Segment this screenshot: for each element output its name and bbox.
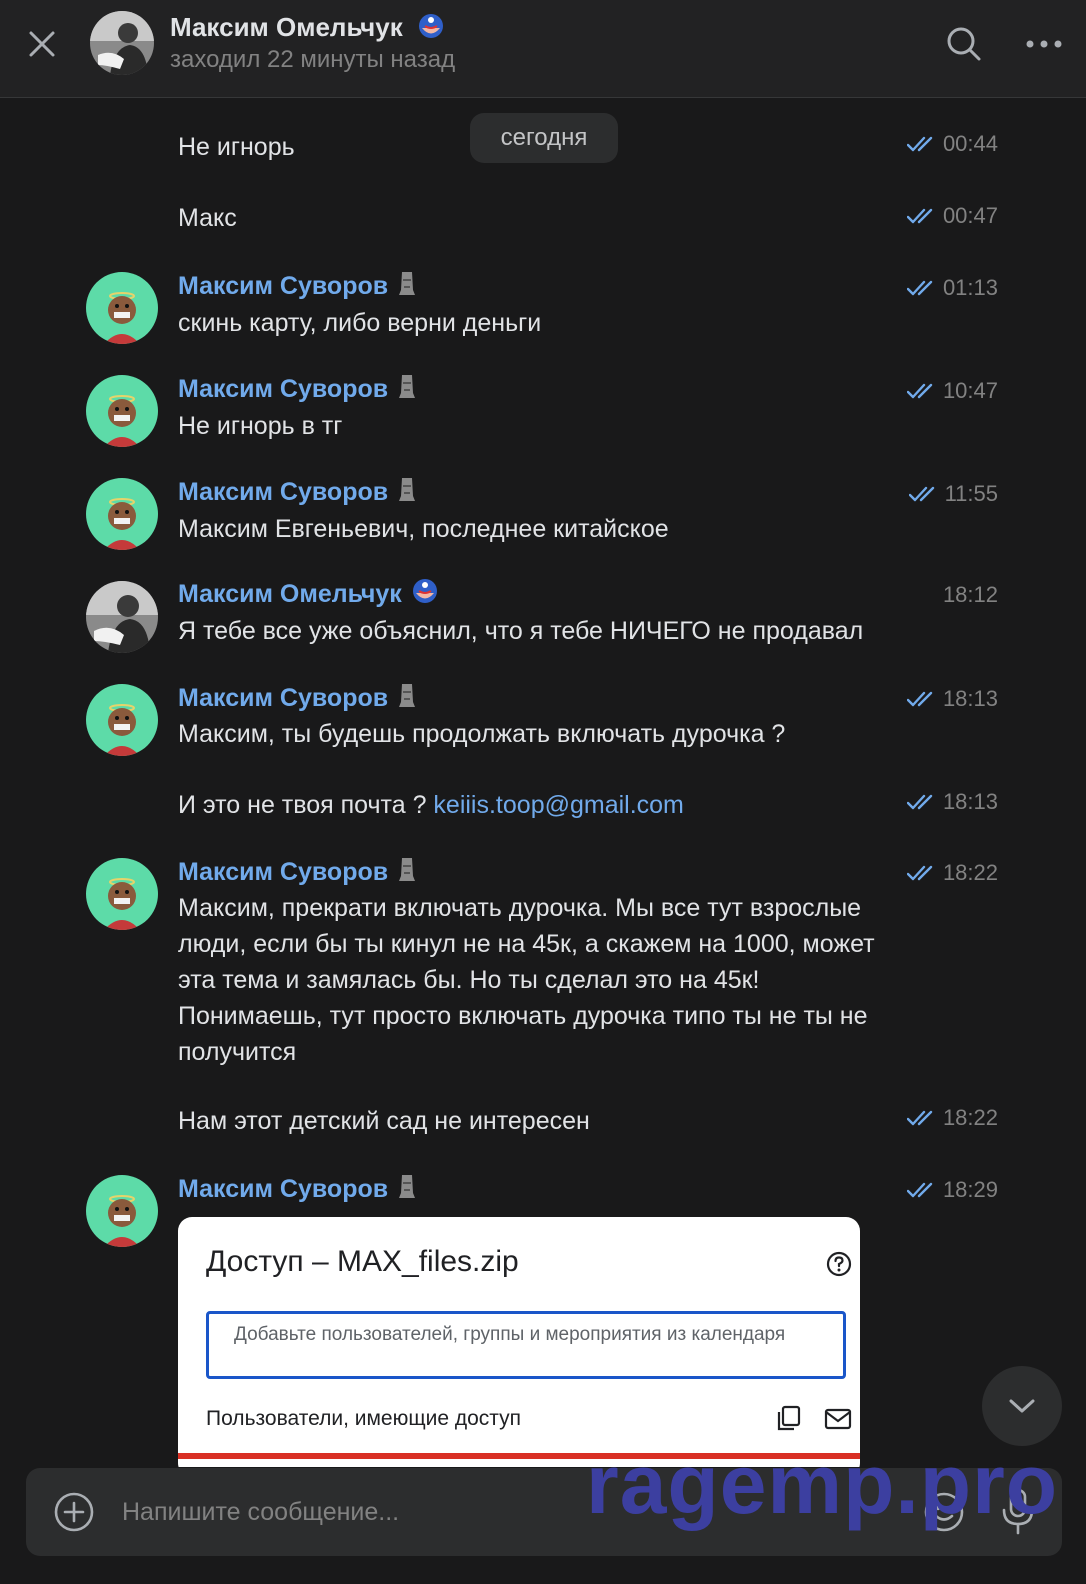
read-check-icon xyxy=(906,208,933,224)
message-composer xyxy=(26,1468,1062,1556)
sender-avatar[interactable] xyxy=(86,858,158,930)
time-label: 11:55 xyxy=(944,481,998,506)
email-link[interactable]: keiiis.toop@gmail.com xyxy=(433,791,683,819)
sender-avatar[interactable] xyxy=(86,375,158,447)
time-label: 18:13 xyxy=(942,789,998,814)
time-label: 18:22 xyxy=(942,860,998,885)
copy-icon xyxy=(776,1405,802,1431)
sender-avatar[interactable] xyxy=(86,581,158,653)
message-time: 18:22 xyxy=(906,1103,998,1133)
microphone-icon[interactable] xyxy=(996,1486,1040,1538)
message-text: Максим, ты будешь продолжать включать ду… xyxy=(178,720,786,748)
moai-emoji-icon xyxy=(398,856,416,891)
more-icon[interactable] xyxy=(1024,24,1064,64)
message-text: Максим Евгеньевич, последнее китайское xyxy=(178,515,669,543)
mail-icon xyxy=(824,1407,852,1431)
message-feed[interactable]: сегодня Не игнорь 00:44 Макс 00:47 Макси… xyxy=(0,99,1086,1467)
sender-name[interactable]: Максим Суворов xyxy=(178,269,416,305)
attachment-title: Доступ – MAX_files.zip xyxy=(206,1245,519,1278)
time-label: 18:13 xyxy=(942,686,998,711)
message-text: Не игнорь в тг xyxy=(178,412,343,440)
emoji-icon[interactable] xyxy=(922,1490,966,1534)
sender-name[interactable]: Максим Суворов xyxy=(178,855,416,891)
date-divider: сегодня xyxy=(470,113,618,163)
read-check-icon xyxy=(908,486,934,502)
sender-avatar[interactable] xyxy=(86,272,158,344)
moai-emoji-icon xyxy=(398,476,416,511)
message-time: 01:13 xyxy=(906,273,998,303)
sender-name-text: Максим Суворов xyxy=(178,1175,389,1203)
message-time: 00:44 xyxy=(906,129,998,159)
sender-avatar[interactable] xyxy=(86,1175,158,1247)
header-name-text: Максим Омельчук xyxy=(170,12,403,42)
search-icon[interactable] xyxy=(944,24,984,64)
message-text: Нам этот детский сад не интересен xyxy=(178,1107,590,1135)
time-label: 18:29 xyxy=(942,1177,998,1202)
sender-name-text: Максим Суворов xyxy=(178,858,389,886)
chat-header: Максим Омельчук заходил 22 минуты назад xyxy=(0,0,1086,98)
scroll-down-button[interactable] xyxy=(982,1366,1062,1446)
captain-america-emoji-icon xyxy=(418,13,444,46)
help-icon xyxy=(826,1251,852,1277)
time-label: 18:12 xyxy=(942,582,998,607)
image-attachment[interactable]: Доступ – MAX_files.zip Добавьте пользова… xyxy=(178,1217,860,1467)
time-label: 18:22 xyxy=(942,1105,998,1130)
header-avatar[interactable] xyxy=(90,11,154,75)
message-input[interactable] xyxy=(122,1486,882,1538)
attachment-input-placeholder: Добавьте пользователей, группы и меропри… xyxy=(234,1324,786,1345)
message-time: 11:55 xyxy=(908,479,998,509)
sender-name[interactable]: Максим Суворов xyxy=(178,372,416,408)
moai-emoji-icon xyxy=(398,373,416,408)
message-text: Не игнорь xyxy=(178,133,295,161)
sender-name[interactable]: Максим Суворов xyxy=(178,475,416,511)
read-check-icon xyxy=(906,280,933,296)
sender-name-text: Максим Суворов xyxy=(178,375,389,403)
message-time: 18:13 xyxy=(906,787,998,817)
moai-emoji-icon xyxy=(398,682,416,717)
message-time: 18:22 xyxy=(906,858,998,888)
message-text: скинь карту, либо верни деньги xyxy=(178,309,542,337)
sender-name[interactable]: Максим Суворов xyxy=(178,1172,416,1208)
message-text: Макс xyxy=(178,204,237,232)
time-label: 10:47 xyxy=(942,378,998,403)
time-label: 01:13 xyxy=(942,275,998,300)
message-text-prefix: И это не твоя почта ? xyxy=(178,791,434,819)
captain-america-emoji-icon xyxy=(412,578,438,613)
message-text: И это не твоя почта ? keiiis.toop@gmail.… xyxy=(178,787,684,823)
sender-name-text: Максим Омельчук xyxy=(178,580,402,608)
message-time: 10:47 xyxy=(906,376,998,406)
read-check-icon xyxy=(906,383,933,399)
sender-name-text: Максим Суворов xyxy=(178,478,389,506)
sender-name-text: Максим Суворов xyxy=(178,684,389,712)
read-check-icon xyxy=(906,1110,933,1126)
sender-avatar[interactable] xyxy=(86,684,158,756)
sender-name-text: Максим Суворов xyxy=(178,272,389,300)
message-time: 00:47 xyxy=(906,201,998,231)
time-label: 00:47 xyxy=(942,203,998,228)
moai-emoji-icon xyxy=(398,1173,416,1208)
time-label: 00:44 xyxy=(942,131,998,156)
read-check-icon xyxy=(906,136,933,152)
moai-emoji-icon xyxy=(398,270,416,305)
sender-name[interactable]: Максим Суворов xyxy=(178,681,416,717)
attachment-divider xyxy=(178,1453,860,1459)
message-text: Я тебе все уже объяснил, что я тебе НИЧЕ… xyxy=(178,617,864,645)
sender-name[interactable]: Максим Омельчук xyxy=(178,577,438,613)
add-attachment-icon[interactable] xyxy=(52,1490,96,1534)
read-check-icon xyxy=(906,1182,933,1198)
read-check-icon xyxy=(906,865,933,881)
message-time: 18:12 xyxy=(943,580,998,610)
attachment-users-label: Пользователи, имеющие доступ xyxy=(206,1407,522,1430)
close-icon[interactable] xyxy=(22,24,62,64)
chevron-down-icon xyxy=(1009,1399,1035,1413)
read-check-icon xyxy=(906,794,933,810)
message-time: 18:29 xyxy=(906,1175,998,1205)
header-name[interactable]: Максим Омельчук xyxy=(170,12,444,46)
sender-avatar[interactable] xyxy=(86,478,158,550)
message-time: 18:13 xyxy=(906,684,998,714)
read-check-icon xyxy=(906,691,933,707)
message-text: Максим, прекрати включать дурочка. Мы вс… xyxy=(178,894,875,1066)
header-status: заходил 22 минуты назад xyxy=(170,46,456,73)
